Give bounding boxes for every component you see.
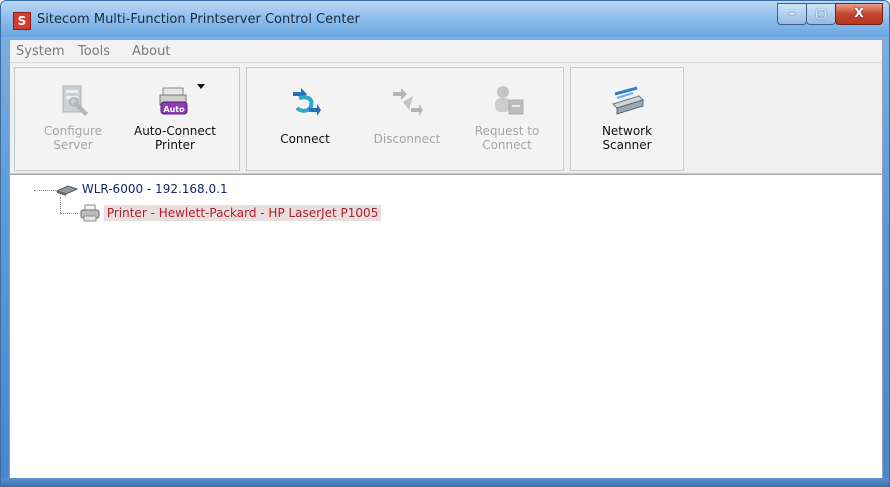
configure-server-label: Configure Server <box>43 124 103 152</box>
printer-label: Printer - Hewlett-Packard - HP LaserJet … <box>103 204 382 221</box>
toolbar-group-server: Configure Server Auto Auto-Connect Print… <box>14 67 240 171</box>
menu-system[interactable]: System <box>16 44 64 59</box>
title-bar[interactable]: S Sitecom Multi-Function Printserver Con… <box>1 1 889 37</box>
window-title: Sitecom Multi-Function Printserver Contr… <box>37 12 360 27</box>
network-scanner-icon <box>612 86 644 115</box>
tree-connector <box>60 197 61 213</box>
window-controls: – ▢ X <box>777 3 883 25</box>
router-label: WLR-6000 - 192.168.0.1 <box>81 182 228 196</box>
dropdown-arrow-icon[interactable] <box>197 84 205 90</box>
minimize-button[interactable]: – <box>777 3 807 25</box>
request-to-connect-button[interactable]: Request to Connect <box>459 68 555 168</box>
router-icon <box>55 184 79 196</box>
auto-connect-printer-button[interactable]: Auto Auto-Connect Printer <box>127 68 223 168</box>
window-bottom-border <box>1 478 889 486</box>
auto-connect-printer-label: Auto-Connect Printer <box>133 124 217 152</box>
printer-icon <box>80 204 100 222</box>
tree-node-printer[interactable]: Printer - Hewlett-Packard - HP LaserJet … <box>80 204 382 222</box>
connect-icon <box>293 88 321 116</box>
app-logo-icon: S <box>13 12 31 30</box>
tree-connector <box>34 190 56 191</box>
disconnect-button[interactable]: Disconnect <box>359 68 455 168</box>
configure-server-icon <box>62 85 88 116</box>
network-scanner-button[interactable]: Network Scanner <box>579 68 675 168</box>
network-scanner-label: Network Scanner <box>601 124 653 152</box>
request-to-connect-icon <box>495 86 524 115</box>
client-area: System Tools About Configure Server Auto… <box>9 39 883 481</box>
configure-server-button[interactable]: Configure Server <box>25 68 121 168</box>
device-tree[interactable]: WLR-6000 - 192.168.0.1 Printer - Hewlett… <box>10 174 882 480</box>
maximize-button[interactable]: ▢ <box>806 3 836 25</box>
menu-tools[interactable]: Tools <box>78 44 110 59</box>
disconnect-icon <box>393 88 423 116</box>
close-button[interactable]: X <box>835 3 883 25</box>
tree-node-router[interactable]: WLR-6000 - 192.168.0.1 <box>55 182 228 197</box>
menu-about[interactable]: About <box>132 44 170 59</box>
menu-bar: System Tools About <box>10 40 882 63</box>
auto-connect-printer-icon: Auto <box>159 87 188 115</box>
connect-button[interactable]: Connect <box>257 68 353 168</box>
request-to-connect-label: Request to Connect <box>474 124 540 152</box>
toolbar-group-connection: Connect Disconnect Request to Connect <box>246 67 564 171</box>
toolbar: Configure Server Auto Auto-Connect Print… <box>10 63 882 174</box>
app-window: S Sitecom Multi-Function Printserver Con… <box>0 0 890 487</box>
svg-text:Auto: Auto <box>163 105 185 114</box>
tree-connector <box>60 213 78 214</box>
connect-label: Connect <box>280 132 330 146</box>
toolbar-group-scanner: Network Scanner <box>570 67 684 171</box>
disconnect-label: Disconnect <box>373 132 441 146</box>
